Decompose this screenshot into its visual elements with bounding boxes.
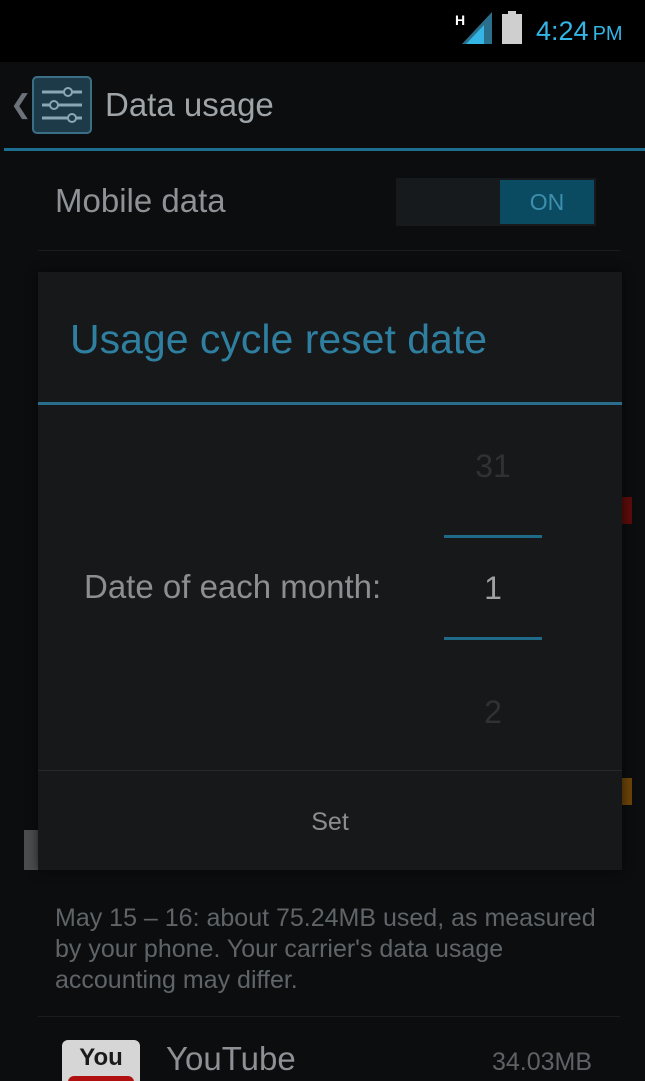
dialog-title: Usage cycle reset date [70,316,488,362]
date-of-month-label: Date of each month: [84,568,382,605]
battery-icon [502,11,522,44]
clock-time: 4:24 [536,16,589,46]
picker-selection-line-bottom [444,637,542,640]
limit-marker-red [622,497,632,524]
warning-marker-orange [622,778,632,805]
signal-icon [462,12,492,44]
mobile-data-label: Mobile data [55,182,226,219]
app-name[interactable]: YouTube [166,1040,296,1078]
divider [38,250,620,251]
youtube-icon-text: You [79,1044,123,1071]
action-bar: ❮ Data usage [0,62,645,150]
chevron-left-icon[interactable]: ❮ [10,89,32,120]
dialog-button-divider [38,770,622,771]
picker-selection-line-top [444,535,542,538]
screen: H 4:24 PM ❮ Data usage Mobile data ON Us… [0,0,645,1081]
reset-date-dialog: Usage cycle reset date Date of each mont… [38,272,622,870]
clock-ampm: PM [592,23,623,45]
status-bar: H 4:24 PM [0,0,645,62]
set-button[interactable]: Set [38,772,622,870]
action-bar-divider [4,148,645,151]
youtube-icon-tube [68,1076,134,1081]
youtube-app-icon: You [62,1040,140,1081]
dialog-title-divider [38,402,622,405]
picker-previous-value[interactable]: 31 [444,448,542,485]
divider [38,1016,620,1017]
page-title: Data usage [105,86,274,123]
picker-current-value[interactable]: 1 [444,570,542,607]
settings-sliders-icon[interactable] [32,76,92,134]
picker-next-value[interactable]: 2 [444,694,542,731]
toggle-on-label: ON [500,180,594,224]
chart-handle [24,830,38,870]
usage-summary-text: May 15 – 16: about 75.24MB used, as meas… [55,904,596,994]
mobile-data-toggle[interactable]: ON [396,178,596,226]
app-data-size: 34.03MB [492,1048,593,1076]
clock: 4:24 PM [536,16,623,47]
